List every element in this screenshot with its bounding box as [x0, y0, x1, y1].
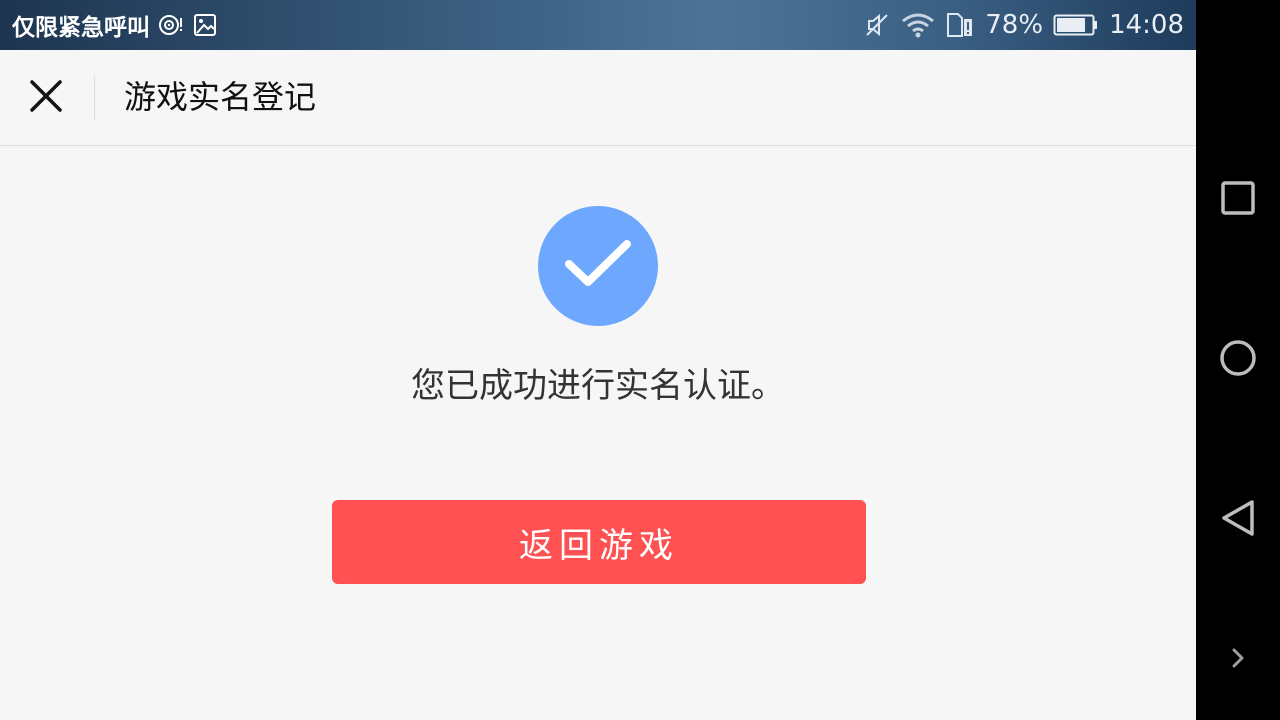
checkmark-icon	[563, 236, 633, 296]
back-button[interactable]	[1206, 488, 1270, 552]
battery-icon	[1053, 12, 1099, 38]
app-screen: 仅限紧急呼叫 78% 14:08 游戏实名登记 您已成功进行实名认证。 返回游戏	[0, 0, 1196, 720]
status-left: 仅限紧急呼叫	[12, 0, 218, 50]
clock: 14:08	[1109, 10, 1184, 40]
return-to-game-button[interactable]: 返回游戏	[332, 500, 866, 584]
expand-nav-button[interactable]	[1206, 628, 1270, 692]
success-message: 您已成功进行实名认证。	[411, 366, 785, 406]
app-header: 游戏实名登记	[0, 50, 1196, 146]
wifi-icon	[901, 11, 935, 39]
mute-icon	[863, 11, 891, 39]
hotspot-icon	[158, 12, 184, 38]
expand-icon	[1228, 644, 1248, 676]
home-button[interactable]	[1206, 328, 1270, 392]
success-badge	[538, 206, 658, 326]
close-icon	[29, 79, 63, 117]
status-right: 78% 14:08	[863, 0, 1184, 50]
sim-alert-icon	[945, 11, 975, 39]
recents-icon	[1220, 180, 1256, 220]
page-title: 游戏实名登记	[124, 78, 317, 116]
home-icon	[1218, 338, 1258, 382]
close-button[interactable]	[22, 74, 70, 122]
header-divider	[94, 76, 95, 120]
back-icon	[1218, 498, 1258, 542]
carrier-label: 仅限紧急呼叫	[12, 15, 150, 41]
navigation-bar	[1196, 0, 1280, 720]
image-notification-icon	[192, 12, 218, 38]
battery-percent: 78%	[985, 10, 1044, 40]
recents-button[interactable]	[1206, 168, 1270, 232]
status-bar: 仅限紧急呼叫 78% 14:08	[0, 0, 1196, 50]
